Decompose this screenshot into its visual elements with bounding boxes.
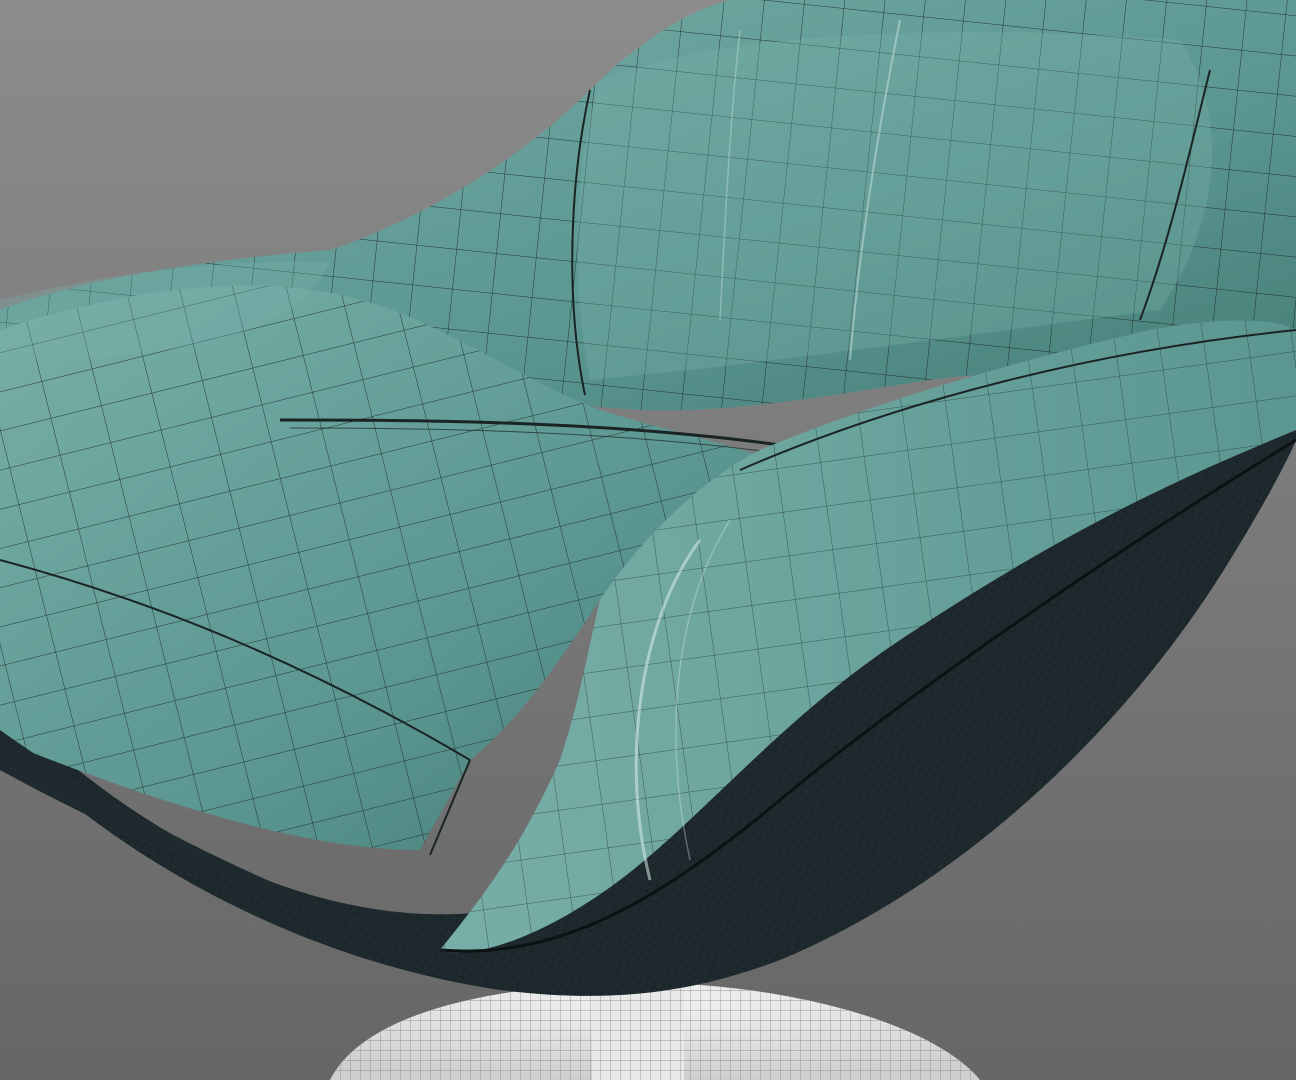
3d-viewport[interactable] (0, 0, 1296, 1080)
chair-render (0, 0, 1296, 1080)
